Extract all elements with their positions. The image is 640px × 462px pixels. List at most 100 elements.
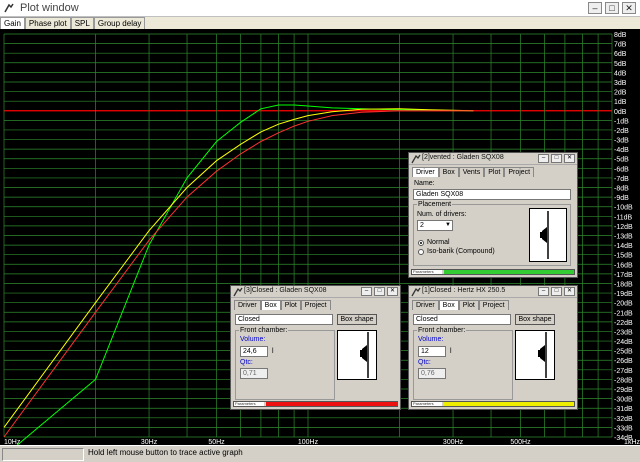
closed1-titlebar[interactable]: [1]Closed : Hertz HX 250.5 – □ ✕: [409, 286, 577, 298]
y-tick-label: -18dB: [614, 281, 633, 288]
tab-plot[interactable]: Plot: [280, 300, 301, 310]
close-button[interactable]: ✕: [387, 287, 398, 296]
placement-label: Placement: [417, 201, 453, 208]
closed3-title: [3]Closed : Gladen SQX08: [244, 287, 327, 294]
y-tick-label: 6dB: [614, 51, 627, 58]
closed3-color-swatch: [266, 402, 397, 406]
window-titlebar: Plot window – □ ✕: [0, 0, 640, 17]
y-tick-label: -1dB: [614, 118, 629, 125]
minimize-button[interactable]: –: [361, 287, 372, 296]
close-button[interactable]: ✕: [564, 154, 575, 163]
vented-box-window[interactable]: [2]vented : Gladen SQX08 – □ ✕ Driver Bo…: [408, 152, 578, 278]
maximize-button[interactable]: □: [374, 287, 385, 296]
closed1-color-bar: Parameters: [411, 401, 575, 407]
box-type-field[interactable]: Closed: [235, 314, 333, 325]
tab-project[interactable]: Project: [504, 167, 535, 177]
volume-unit: l: [450, 348, 452, 355]
y-tick-label: -30dB: [614, 397, 633, 404]
box-shape-diagram: [337, 330, 377, 380]
minimize-button[interactable]: –: [538, 154, 549, 163]
y-tick-label: 4dB: [614, 70, 627, 77]
vented-titlebar[interactable]: [2]vented : Gladen SQX08 – □ ✕: [409, 153, 577, 165]
closed1-box-window[interactable]: [1]Closed : Hertz HX 250.5 – □ ✕ Driver …: [408, 285, 578, 410]
y-tick-label: -4dB: [614, 147, 629, 154]
maximize-button[interactable]: □: [551, 154, 562, 163]
name-label: Name:: [414, 180, 435, 187]
volume-label: Volume:: [240, 336, 266, 343]
box-shape-button[interactable]: Box shape: [515, 314, 555, 325]
y-tick-label: -19dB: [614, 291, 633, 298]
closed3-titlebar[interactable]: [3]Closed : Gladen SQX08 – □ ✕: [231, 286, 400, 298]
qtc-label: Qtc:: [240, 359, 253, 366]
tab-project[interactable]: Project: [478, 300, 509, 310]
close-button[interactable]: ✕: [564, 287, 575, 296]
driver-name-input[interactable]: Gladen SQX08: [413, 189, 571, 200]
y-tick-label: -26dB: [614, 358, 633, 365]
tab-box[interactable]: Box: [438, 300, 459, 310]
y-tick-label: -28dB: [614, 377, 633, 384]
y-tick-label: -23dB: [614, 329, 633, 336]
y-tick-label: -21dB: [614, 310, 633, 317]
vented-color-bar: Parameters: [411, 269, 575, 275]
tab-driver[interactable]: Driver: [412, 167, 439, 177]
qtc-input[interactable]: 0,71: [240, 368, 268, 379]
tab-driver[interactable]: Driver: [234, 300, 261, 310]
y-tick-label: -5dB: [614, 157, 629, 164]
y-tick-label: -2dB: [614, 128, 629, 135]
box-shape-button[interactable]: Box shape: [337, 314, 377, 325]
y-tick-label: 8dB: [614, 32, 627, 39]
volume-label: Volume:: [418, 336, 444, 343]
box-shape-diagram: [515, 330, 555, 380]
closed3-box-window[interactable]: [3]Closed : Gladen SQX08 – □ ✕ Driver Bo…: [230, 285, 401, 410]
radio-isobarik[interactable]: [418, 249, 424, 255]
minimize-button[interactable]: –: [588, 2, 602, 14]
tab-box[interactable]: Box: [438, 167, 459, 177]
minimize-button[interactable]: –: [538, 287, 549, 296]
y-tick-label: -11dB: [614, 214, 632, 221]
radio-normal[interactable]: [418, 240, 424, 246]
y-tick-label: -24dB: [614, 339, 633, 346]
tab-project[interactable]: Project: [300, 300, 331, 310]
tab-spl[interactable]: SPL: [70, 17, 94, 29]
y-tick-label: -14dB: [614, 243, 633, 250]
y-tick-label: -3dB: [614, 138, 629, 145]
tab-phase-plot[interactable]: Phase plot: [24, 17, 71, 29]
tab-driver[interactable]: Driver: [412, 300, 439, 310]
speaker-icon: [360, 332, 369, 378]
status-panel: [2, 448, 84, 461]
window-title: Plot window: [20, 2, 79, 14]
volume-unit: l: [272, 348, 274, 355]
num-drivers-select[interactable]: 2 ▼: [417, 220, 453, 231]
volume-input[interactable]: 12: [418, 346, 446, 357]
qtc-input[interactable]: 0,76: [418, 368, 446, 379]
parameters-label: Parameters: [412, 402, 442, 406]
tab-box[interactable]: Box: [260, 300, 281, 310]
vented-title: [2]vented : Gladen SQX08: [422, 154, 504, 161]
closed3-color-bar: Parameters: [233, 401, 398, 407]
box-type-field[interactable]: Closed: [413, 314, 511, 325]
y-tick-label: -13dB: [614, 234, 633, 241]
parameters-label: Parameters: [234, 402, 264, 406]
y-tick-label: -16dB: [614, 262, 633, 269]
radio-normal-label: Normal: [427, 239, 450, 246]
tab-gain[interactable]: Gain: [0, 17, 25, 29]
speaker-icon: [538, 332, 547, 378]
y-tick-label: -9dB: [614, 195, 629, 202]
num-drivers-label: Num. of drivers:: [417, 211, 467, 218]
y-tick-label: -22dB: [614, 320, 633, 327]
maximize-button[interactable]: □: [605, 2, 619, 14]
tab-group-delay[interactable]: Group delay: [93, 17, 146, 29]
front-chamber-label: Front chamber:: [239, 327, 289, 334]
volume-input[interactable]: 24,6: [240, 346, 268, 357]
tab-vents[interactable]: Vents: [458, 167, 485, 177]
num-drivers-value: 2: [420, 222, 424, 229]
front-chamber-label: Front chamber:: [417, 327, 467, 334]
maximize-button[interactable]: □: [551, 287, 562, 296]
y-tick-label: 1dB: [614, 99, 627, 106]
close-button[interactable]: ✕: [622, 2, 636, 14]
app-icon: [233, 287, 243, 297]
y-tick-label: -8dB: [614, 186, 629, 193]
tab-plot[interactable]: Plot: [484, 167, 505, 177]
tab-plot[interactable]: Plot: [458, 300, 479, 310]
y-tick-label: -32dB: [614, 416, 633, 423]
